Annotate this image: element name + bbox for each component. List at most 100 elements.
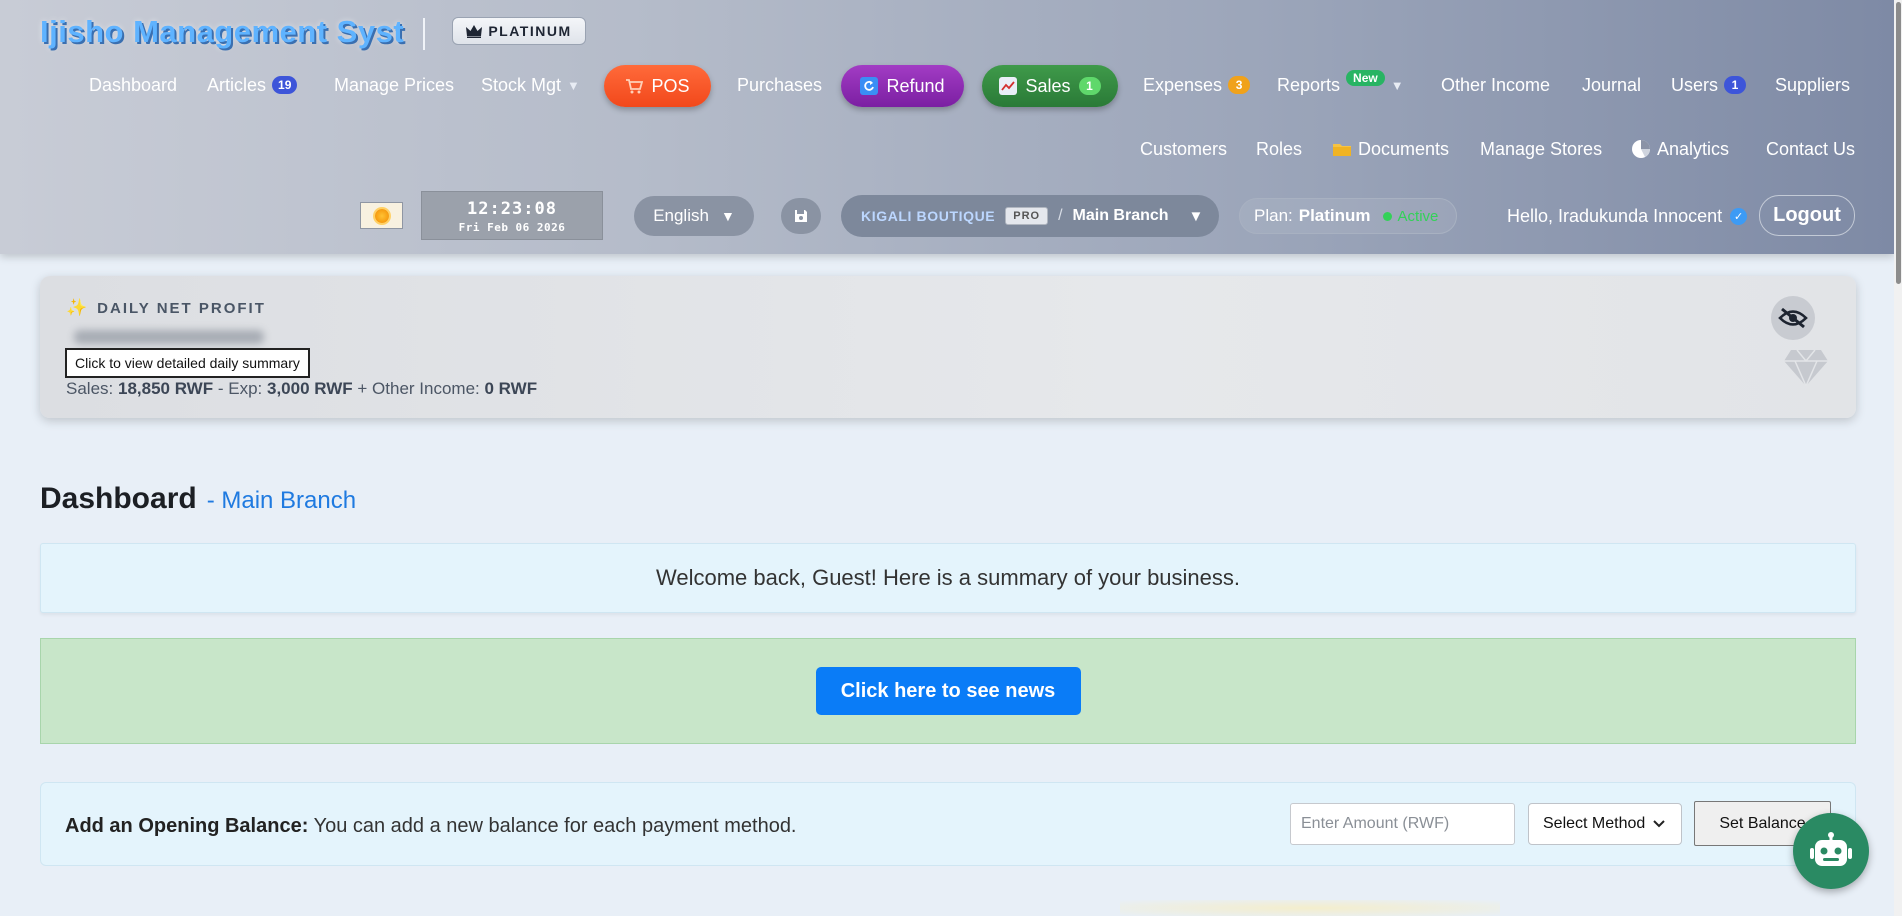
sales-label: Sales	[1025, 75, 1071, 96]
nav-stock-mgt-label: Stock Mgt	[481, 74, 562, 95]
plan-value: Platinum	[1298, 206, 1371, 225]
refund-icon	[860, 77, 879, 95]
nav-users-label: Users	[1671, 74, 1719, 95]
nav-suppliers-label: Suppliers	[1775, 74, 1851, 95]
folder-icon	[1333, 144, 1351, 156]
chevron-down-icon: ▼	[1390, 77, 1404, 93]
clock-display: 12:23:08 Fri Feb 06 2026	[421, 191, 603, 240]
profit-tooltip: Click to view detailed daily summary	[65, 348, 310, 378]
pos-button[interactable]: POS	[604, 65, 711, 107]
opening-balance-description: Add an Opening Balance: You can add a ne…	[65, 815, 797, 838]
nav-dashboard-label: Dashboard	[89, 74, 178, 95]
scrollbar-thumb[interactable]	[1896, 2, 1901, 284]
nav-purchases-label: Purchases	[737, 74, 823, 95]
sparkle-icon: ✨	[66, 298, 90, 317]
app-brand[interactable]: Ijisho Management Syst	[40, 14, 404, 50]
nav-analytics-label: Analytics	[1657, 138, 1730, 159]
save-icon	[795, 210, 807, 222]
sun-icon	[374, 208, 389, 223]
other-income-label-text: + Other Income:	[357, 379, 480, 398]
nav-expenses-label: Expenses	[1143, 74, 1223, 95]
branch-subheading: - Main Branch	[206, 487, 357, 514]
language-select[interactable]: English ▼	[634, 196, 754, 236]
nav-contact-us[interactable]: Contact Us	[1766, 134, 1855, 164]
nav-manage-stores[interactable]: Manage Stores	[1480, 134, 1602, 164]
user-greeting: Hello, Iradukunda Innocent ✓	[1507, 206, 1748, 227]
store-separator: /	[1058, 207, 1063, 224]
dashboard-heading: Dashboard	[40, 482, 197, 515]
nav-customers[interactable]: Customers	[1140, 134, 1227, 164]
other-income-value: 0 RWF	[484, 379, 538, 398]
see-news-button[interactable]: Click here to see news	[815, 667, 1081, 715]
sales-label-text: Sales:	[66, 379, 114, 398]
theme-toggle-button[interactable]	[360, 202, 403, 229]
sales-button[interactable]: Sales 1	[982, 65, 1118, 107]
nav-expenses[interactable]: Expenses 3	[1143, 70, 1251, 100]
clock-time: 12:23:08	[467, 199, 557, 219]
pos-label: POS	[651, 75, 690, 96]
new-badge: New	[1346, 70, 1385, 86]
chart-icon	[999, 77, 1018, 95]
opening-balance-heading: Add an Opening Balance:	[65, 815, 309, 837]
exp-value: 3,000 RWF	[266, 379, 353, 398]
nav-analytics[interactable]: Analytics	[1631, 134, 1729, 164]
tier-label: PLATINUM	[488, 23, 572, 39]
store-branch-selector[interactable]: KIGALI BOUTIQUE PRO / Main Branch ▼	[841, 195, 1219, 237]
nav-dashboard[interactable]: Dashboard	[89, 70, 177, 100]
refund-button[interactable]: Refund	[841, 65, 964, 107]
nav-other-income[interactable]: Other Income	[1441, 70, 1550, 100]
nav-documents-label: Documents	[1358, 138, 1450, 159]
nav-manage-prices-label: Manage Prices	[334, 74, 455, 95]
nav-suppliers[interactable]: Suppliers	[1775, 70, 1850, 100]
method-selected-value: Select Method	[1543, 815, 1646, 832]
payment-method-select[interactable]: Select Method	[1528, 803, 1682, 845]
save-button[interactable]	[781, 198, 821, 234]
nav-roles-label: Roles	[1256, 138, 1303, 159]
nav-articles[interactable]: Articles 19	[207, 70, 298, 100]
diamond-icon	[1784, 349, 1828, 388]
nav-stock-mgt[interactable]: Stock Mgt ▼	[481, 70, 580, 100]
nav-journal[interactable]: Journal	[1582, 70, 1641, 100]
sales-count-badge: 1	[1078, 77, 1101, 95]
amount-input[interactable]	[1290, 803, 1515, 845]
chevron-down-icon	[1653, 820, 1665, 828]
sales-value: 18,850 RWF	[117, 379, 214, 398]
nav-manage-prices[interactable]: Manage Prices	[334, 70, 454, 100]
cart-icon	[625, 77, 644, 95]
welcome-banner: Welcome back, Guest! Here is a summary o…	[40, 543, 1856, 613]
robot-icon	[1810, 832, 1852, 866]
verified-icon: ✓	[1730, 208, 1748, 225]
plan-status: Active	[1397, 207, 1439, 225]
store-name: KIGALI BOUTIQUE	[861, 208, 996, 224]
logout-button[interactable]: Logout	[1759, 195, 1855, 236]
nav-users[interactable]: Users 1	[1671, 70, 1747, 100]
pie-chart-icon	[1632, 140, 1650, 158]
bottom-decoration	[1120, 900, 1500, 916]
nav-roles[interactable]: Roles	[1256, 134, 1302, 164]
chevron-down-icon: ▼	[1188, 207, 1204, 225]
profit-title-row: ✨ DAILY NET PROFIT	[66, 298, 266, 318]
nav-customers-label: Customers	[1140, 138, 1228, 159]
greeting-text: Hello, Iradukunda Innocent	[1507, 206, 1723, 226]
crown-icon	[466, 24, 483, 38]
chatbot-button[interactable]	[1793, 813, 1869, 889]
plan-status-pill: Plan: Platinum Active	[1239, 198, 1457, 234]
top-header: Ijisho Management Syst PLATINUM Dashboar…	[0, 0, 1894, 254]
language-value: English	[653, 206, 709, 225]
chevron-down-icon: ▼	[567, 77, 580, 93]
tier-badge: PLATINUM	[452, 17, 586, 45]
users-count-badge: 1	[1724, 76, 1747, 94]
clock-date: Fri Feb 06 2026	[458, 221, 566, 234]
brand-divider	[423, 18, 425, 50]
daily-net-profit-card[interactable]: ✨ DAILY NET PROFIT Click to view detaile…	[40, 276, 1856, 418]
nav-journal-label: Journal	[1582, 74, 1642, 95]
refund-label: Refund	[886, 75, 945, 96]
branch-name: Main Branch	[1072, 207, 1169, 224]
nav-purchases[interactable]: Purchases	[737, 70, 822, 100]
nav-reports-label: Reports	[1277, 74, 1341, 95]
toggle-visibility-button[interactable]	[1771, 296, 1815, 340]
nav-reports[interactable]: Reports New ▼	[1277, 70, 1404, 100]
nav-documents[interactable]: Documents	[1332, 134, 1449, 164]
status-dot-icon	[1382, 211, 1392, 221]
exp-label-text: - Exp:	[217, 379, 263, 398]
